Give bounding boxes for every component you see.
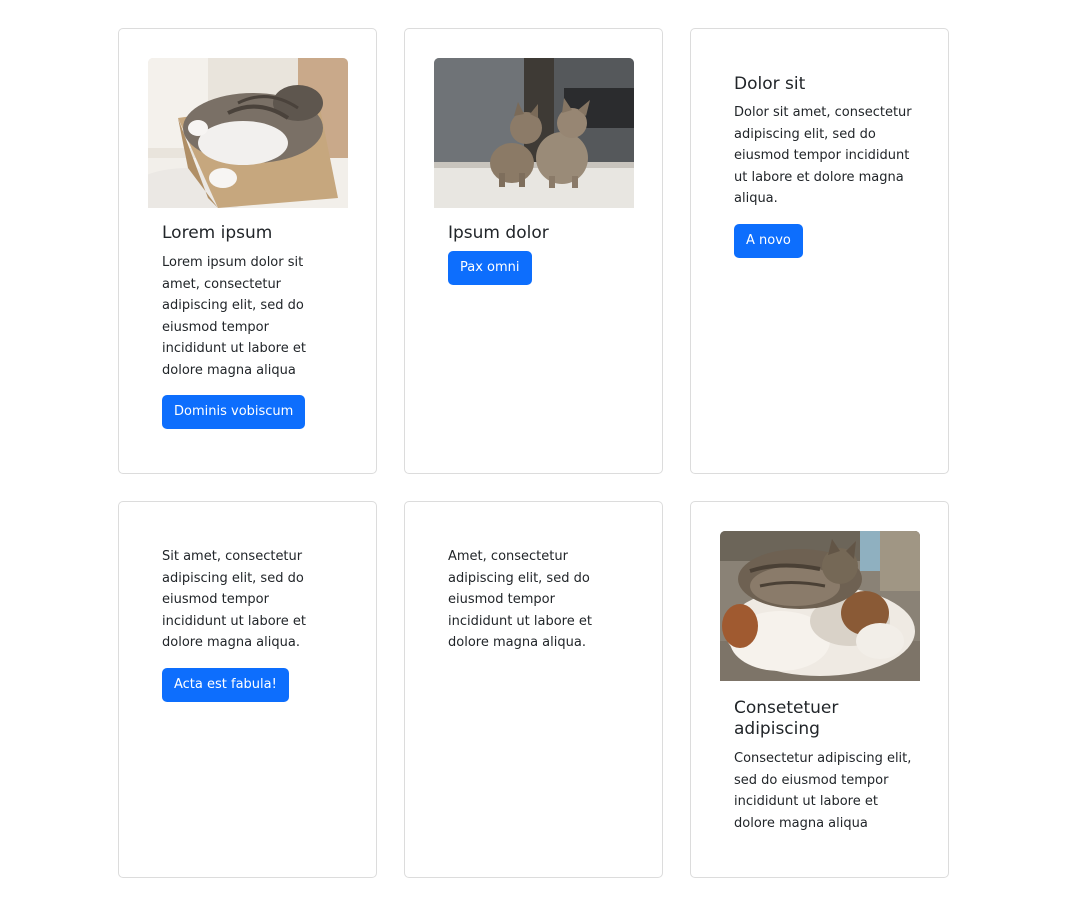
card-text: Sit amet, consectetur adipiscing elit, s… <box>162 549 306 651</box>
card-title: Lorem ipsum <box>162 223 273 243</box>
card-text: Consectetur adipiscing elit, sed do eius… <box>734 751 912 831</box>
acta-est-fabula-button[interactable]: Acta est fabula! <box>162 668 289 702</box>
card-sit-amet: Sit amet, consectetur adipiscing elit, s… <box>118 501 377 878</box>
card-text: Amet, consectetur adipiscing elit, sed d… <box>448 549 592 651</box>
card-amet: Amet, consectetur adipiscing elit, sed d… <box>404 501 663 878</box>
card-dolor-sit: Dolor sit Dolor sit amet, consectetur ad… <box>690 28 949 474</box>
cat-in-box-image <box>148 58 348 208</box>
card-lorem-ipsum: Lorem ipsum Lorem ipsum dolor sit amet, … <box>118 28 377 474</box>
cat-and-dog-image <box>720 531 920 681</box>
two-kittens-image <box>434 58 634 208</box>
card-title: Ipsum dolor <box>448 223 549 243</box>
pax-omni-button[interactable]: Pax omni <box>448 251 532 285</box>
a-novo-button[interactable]: A novo <box>734 224 803 258</box>
card-text: Dolor sit amet, consectetur adipiscing e… <box>734 105 912 207</box>
card-title: Consetetuer adipiscing <box>734 698 839 739</box>
card-ipsum-dolor: Ipsum dolor Pax omni <box>404 28 663 474</box>
card-consetetuer-adipiscing: Consetetuer adipiscing Consectetur adipi… <box>690 501 949 878</box>
dominis-vobiscum-button[interactable]: Dominis vobiscum <box>162 395 306 429</box>
card-title: Dolor sit <box>734 74 806 94</box>
card-text: Lorem ipsum dolor sit amet, consectetur … <box>162 255 306 378</box>
